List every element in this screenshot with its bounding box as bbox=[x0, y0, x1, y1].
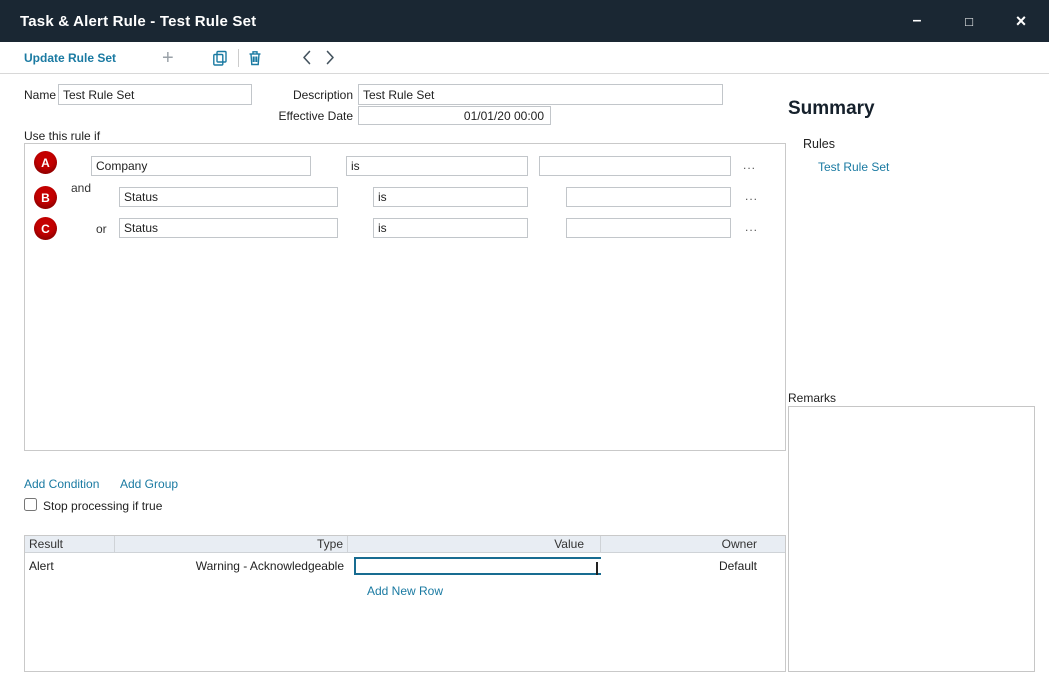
results-table-header: Result Type Value Owner bbox=[25, 536, 785, 553]
condition-c-field-input[interactable] bbox=[119, 218, 338, 238]
condition-a-operator-input[interactable] bbox=[346, 156, 528, 176]
condition-c-value-input[interactable] bbox=[566, 218, 731, 238]
prev-arrow-icon[interactable] bbox=[302, 50, 312, 65]
effective-date-input[interactable] bbox=[358, 106, 551, 125]
text-caret bbox=[596, 562, 598, 575]
condition-a-field-input[interactable] bbox=[91, 156, 311, 176]
condition-a-more-button[interactable]: ... bbox=[743, 158, 756, 172]
name-label: Name bbox=[24, 88, 56, 102]
summary-rule-link[interactable]: Test Rule Set bbox=[818, 160, 889, 174]
value-cell bbox=[354, 559, 601, 573]
toolbar: Update Rule Set + bbox=[0, 42, 1049, 74]
header-type: Type bbox=[115, 536, 348, 552]
value-input[interactable] bbox=[354, 557, 601, 575]
maximize-icon: □ bbox=[965, 14, 973, 29]
update-rule-set-button[interactable]: Update Rule Set bbox=[24, 51, 116, 65]
add-icon[interactable]: + bbox=[162, 49, 174, 67]
titlebar: Task & Alert Rule - Test Rule Set – □ × bbox=[0, 0, 1049, 42]
minimize-icon: – bbox=[913, 12, 922, 30]
delete-icon[interactable] bbox=[248, 50, 262, 66]
close-button[interactable]: × bbox=[995, 0, 1047, 42]
rules-label: Rules bbox=[803, 137, 835, 151]
header-value: Value bbox=[348, 536, 601, 552]
effective-date-label: Effective Date bbox=[253, 109, 353, 123]
main-panel: Name Description Effective Date Use this… bbox=[0, 74, 1049, 681]
stop-processing-label: Stop processing if true bbox=[43, 499, 162, 513]
header-result: Result bbox=[25, 536, 115, 552]
condition-badge-c: C bbox=[34, 217, 57, 240]
maximize-button[interactable]: □ bbox=[943, 0, 995, 42]
condition-b-operator-input[interactable] bbox=[373, 187, 528, 207]
owner-cell[interactable]: Default bbox=[601, 559, 787, 573]
add-condition-link[interactable]: Add Condition bbox=[24, 477, 99, 491]
condition-c-more-button[interactable]: ... bbox=[745, 220, 758, 234]
condition-b-value-input[interactable] bbox=[566, 187, 731, 207]
condition-badge-b: B bbox=[34, 186, 57, 209]
add-new-row-link[interactable]: Add New Row bbox=[25, 584, 785, 598]
description-label: Description bbox=[253, 88, 353, 102]
stop-processing-checkbox[interactable] bbox=[24, 498, 37, 511]
summary-title: Summary bbox=[788, 98, 875, 120]
condition-b-connector: and bbox=[71, 181, 91, 195]
next-arrow-icon[interactable] bbox=[325, 50, 335, 65]
result-cell[interactable]: Alert bbox=[25, 559, 115, 573]
close-icon: × bbox=[1016, 11, 1027, 32]
add-group-link[interactable]: Add Group bbox=[120, 477, 178, 491]
type-cell[interactable]: Warning - Acknowledgeable bbox=[115, 559, 348, 573]
condition-c-connector: or bbox=[96, 222, 107, 236]
results-table: Result Type Value Owner Alert Warning - … bbox=[24, 535, 786, 672]
condition-b-more-button[interactable]: ... bbox=[745, 189, 758, 203]
window-title: Task & Alert Rule - Test Rule Set bbox=[20, 13, 256, 30]
condition-c-operator-input[interactable] bbox=[373, 218, 528, 238]
condition-a-value-input[interactable] bbox=[539, 156, 731, 176]
remarks-label: Remarks bbox=[788, 391, 836, 405]
description-input[interactable] bbox=[358, 84, 723, 105]
minimize-button[interactable]: – bbox=[891, 0, 943, 42]
remarks-textarea[interactable] bbox=[788, 406, 1035, 672]
condition-badge-a: A bbox=[34, 151, 57, 174]
name-input[interactable] bbox=[58, 84, 252, 105]
toolbar-divider bbox=[238, 49, 239, 67]
header-owner: Owner bbox=[601, 536, 787, 552]
condition-b-field-input[interactable] bbox=[119, 187, 338, 207]
condition-section-label: Use this rule if bbox=[24, 129, 100, 143]
conditions-panel: A ... and B ... or C ... bbox=[24, 143, 786, 451]
copy-icon[interactable] bbox=[212, 50, 228, 66]
window-controls: – □ × bbox=[891, 0, 1049, 42]
table-row: Alert Warning - Acknowledgeable Default bbox=[25, 553, 785, 579]
